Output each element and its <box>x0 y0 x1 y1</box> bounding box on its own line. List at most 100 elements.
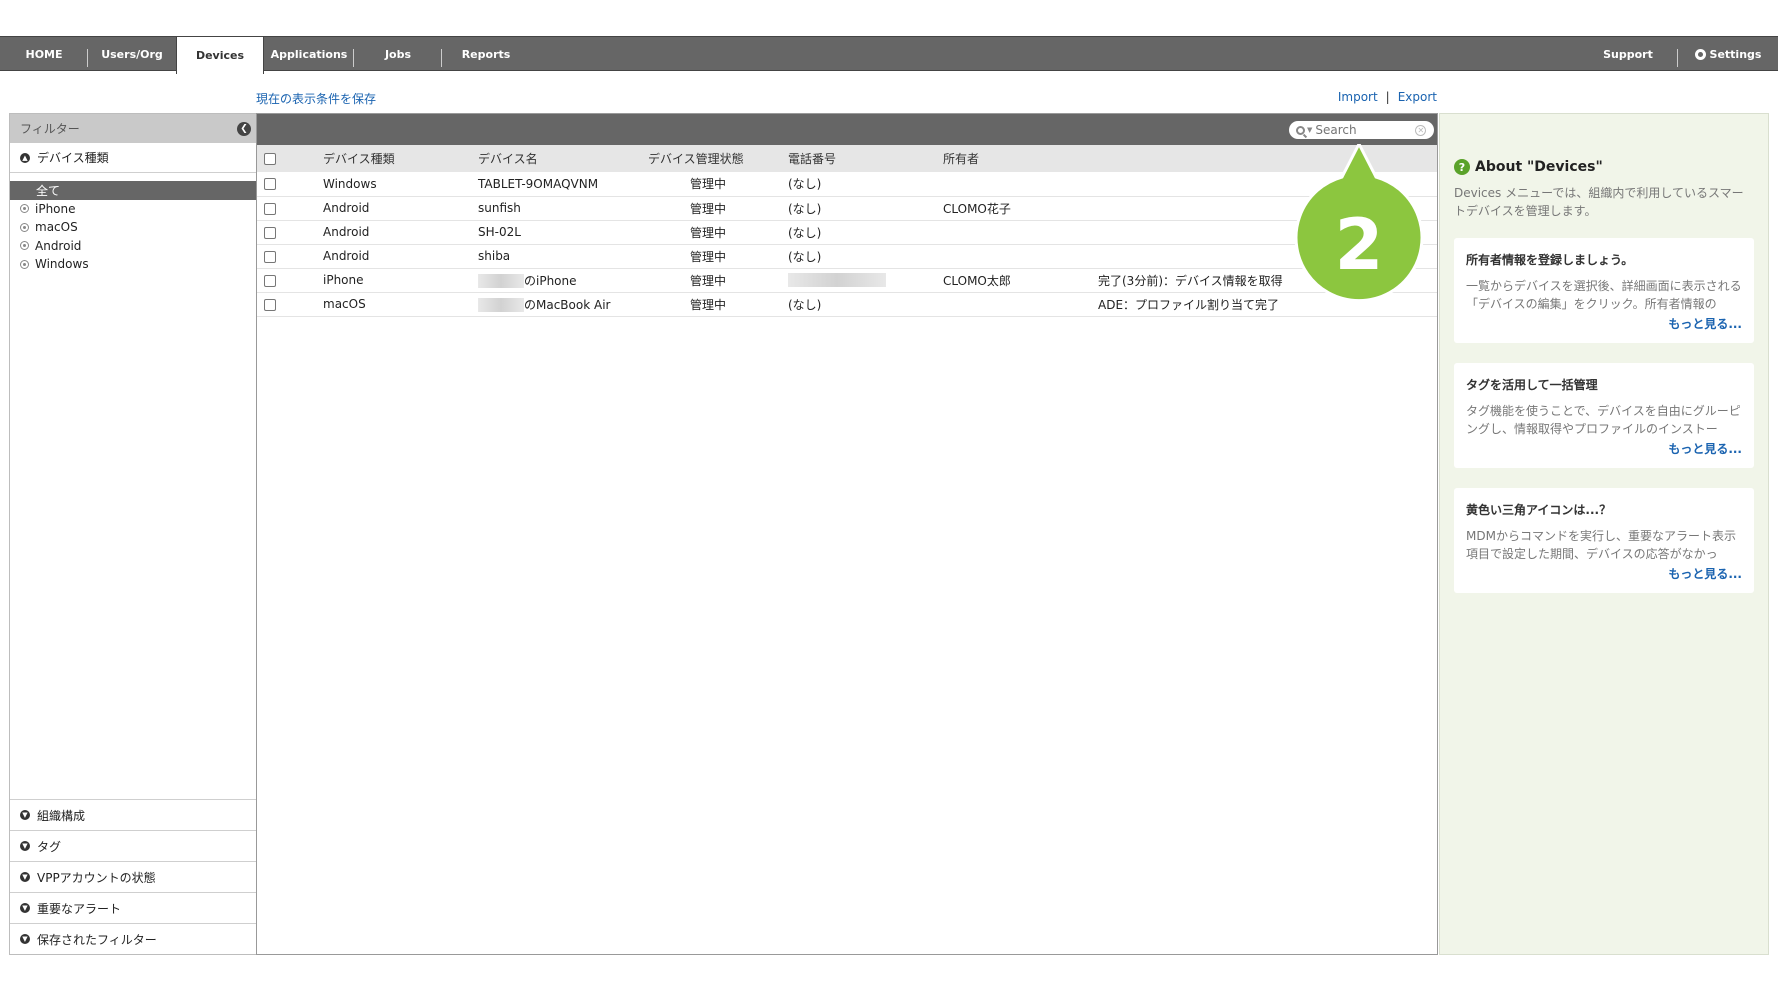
card-body: 一覧からデバイスを選択後、詳細画面に表示される「デバイスの編集」をクリック。所有… <box>1466 279 1742 311</box>
cell-phone <box>788 268 943 292</box>
row-checkbox[interactable] <box>264 178 276 191</box>
row-checkbox[interactable] <box>264 298 276 311</box>
chevron-down-icon: ▼ <box>20 841 30 851</box>
nav-applications[interactable]: Applications <box>264 37 354 72</box>
col-phone[interactable]: 電話番号 <box>788 145 943 172</box>
col-device-name[interactable]: デバイス名 <box>478 145 648 172</box>
save-view-link[interactable]: 現在の表示条件を保存 <box>256 90 376 107</box>
card-title: タグを活用して一括管理 <box>1466 378 1598 392</box>
import-export-links: Import | Export <box>1338 90 1437 104</box>
filter-section-org[interactable]: ▼ 組織構成 <box>10 799 256 830</box>
nav-support[interactable]: Support <box>1578 37 1678 72</box>
filter-section-alerts[interactable]: ▼ 重要なアラート <box>10 892 256 923</box>
row-checkbox[interactable] <box>264 226 276 239</box>
more-link[interactable]: もっと見る... <box>1668 315 1742 332</box>
filter-section-saved[interactable]: ▼ 保存されたフィルター <box>10 923 256 954</box>
device-name-text: のMacBook Air <box>524 297 611 312</box>
redacted-block <box>478 274 524 288</box>
cell-device-type: Windows <box>323 176 377 191</box>
col-status[interactable]: デバイス管理状態 <box>648 145 788 172</box>
col-owner[interactable]: 所有者 <box>943 145 1098 172</box>
cell-owner <box>943 244 1098 268</box>
table-row[interactable]: Android sunfish 管理中 (なし) CLOMO花子 <box>257 196 1437 220</box>
table-row[interactable]: iPhone のiPhone 管理中 CLOMO太郎 完了(3分前)：デバイス情… <box>257 268 1437 292</box>
filter-item-label: Android <box>35 238 82 253</box>
select-all-checkbox[interactable] <box>264 153 276 165</box>
filter-section-device-type[interactable]: ▲ デバイス種類 <box>10 143 256 173</box>
cell-device-name[interactable]: のiPhone <box>478 268 648 292</box>
nav-reports[interactable]: Reports <box>442 37 530 72</box>
cell-device-name[interactable]: のMacBook Air <box>478 292 648 316</box>
cell-owner: CLOMO太郎 <box>943 273 1011 288</box>
cell-device-name[interactable]: shiba <box>478 244 648 268</box>
redacted-block <box>788 273 886 288</box>
cell-device-type: Android <box>323 249 370 263</box>
import-link[interactable]: Import <box>1338 90 1378 104</box>
search-input[interactable] <box>1315 123 1414 137</box>
nav-users-org[interactable]: Users/Org <box>88 37 176 72</box>
nav-home[interactable]: HOME <box>0 37 88 72</box>
select-all-cell <box>257 145 323 172</box>
filter-item-iphone[interactable]: iPhone <box>10 200 256 219</box>
filter-section-vpp[interactable]: ▼ VPPアカウントの状態 <box>10 861 256 892</box>
card-body: MDMからコマンドを実行し、重要なアラート表示項目で設定した期間、デバイスの応答… <box>1466 529 1736 561</box>
cell-status: 管理中 <box>689 297 726 312</box>
clear-icon[interactable]: ✕ <box>1415 124 1427 136</box>
table-toolbar: ▼ ✕ <box>257 114 1437 145</box>
radio-icon <box>20 222 29 232</box>
top-navigation: HOME Users/Org Devices Applications Jobs… <box>0 36 1778 74</box>
chevron-down-icon: ▼ <box>20 934 30 944</box>
row-checkbox[interactable] <box>264 250 276 263</box>
nav-jobs[interactable]: Jobs <box>354 37 442 72</box>
cell-device-type: iPhone <box>323 273 364 287</box>
nav-right: Support Settings <box>1578 37 1778 72</box>
filter-item-android[interactable]: Android <box>10 237 256 256</box>
row-checkbox[interactable] <box>264 274 276 287</box>
cell-job <box>1098 220 1437 244</box>
filter-section-tag[interactable]: ▼ タグ <box>10 830 256 861</box>
cell-device-name[interactable]: sunfish <box>478 196 648 220</box>
search-box[interactable]: ▼ ✕ <box>1289 121 1434 139</box>
cell-device-name[interactable]: TABLET-9OMAQVNM <box>478 172 648 196</box>
help-card-tag: タグを活用して一括管理 タグ機能を使うことで、デバイスを自由にグルーピングし、情… <box>1454 363 1754 468</box>
radio-icon <box>20 259 29 269</box>
filter-item-all[interactable]: 全て <box>10 181 256 200</box>
collapse-left-icon[interactable]: ❮ <box>237 121 251 136</box>
cell-job <box>1098 172 1437 196</box>
more-link[interactable]: もっと見る... <box>1668 440 1742 457</box>
col-device-type[interactable]: デバイス種類 <box>323 145 478 172</box>
table-row[interactable]: Android SH-02L 管理中 (なし) <box>257 220 1437 244</box>
filter-item-label: 全て <box>36 183 61 198</box>
table-row[interactable]: macOS のMacBook Air 管理中 (なし) ADE：プロファイル割り… <box>257 292 1437 316</box>
row-checkbox[interactable] <box>264 202 276 215</box>
filter-item-windows[interactable]: Windows <box>10 255 256 274</box>
search-icon[interactable] <box>1296 125 1305 135</box>
help-pane: ? About "Devices" Devices メニューでは、組織内で利用し… <box>1439 113 1769 955</box>
caret-down-icon[interactable]: ▼ <box>1307 126 1312 134</box>
more-link[interactable]: もっと見る... <box>1668 565 1742 582</box>
filter-section-label: 組織構成 <box>37 808 86 823</box>
cell-job <box>1098 196 1437 220</box>
card-title: 所有者情報を登録しましょう。 <box>1466 253 1634 267</box>
filter-header: フィルター ❮ <box>10 114 256 143</box>
nav-settings[interactable]: Settings <box>1678 37 1778 72</box>
redacted-block <box>478 298 524 312</box>
filter-item-macos[interactable]: macOS <box>10 218 256 237</box>
cell-status: 管理中 <box>689 177 726 192</box>
cell-owner <box>943 172 1098 196</box>
nav-settings-label: Settings <box>1709 48 1762 61</box>
table-row[interactable]: Windows TABLET-9OMAQVNM 管理中 (なし) <box>257 172 1437 196</box>
table-row[interactable]: Android shiba 管理中 (なし) <box>257 244 1437 268</box>
cell-device-type: macOS <box>323 297 366 311</box>
cell-device-name[interactable]: SH-02L <box>478 220 648 244</box>
filter-section-label: デバイス種類 <box>37 151 109 165</box>
export-link[interactable]: Export <box>1398 90 1437 104</box>
filter-item-label: iPhone <box>35 201 76 216</box>
table-header-row: デバイス種類 デバイス名 デバイス管理状態 電話番号 所有者 <box>257 145 1437 172</box>
nav-devices[interactable]: Devices <box>176 37 264 74</box>
filter-section-label: VPPアカウントの状態 <box>37 870 156 885</box>
help-card-alert: 黄色い三角アイコンは...？ MDMからコマンドを実行し、重要なアラート表示項目… <box>1454 488 1754 593</box>
cell-status: 管理中 <box>689 273 726 288</box>
col-job <box>1098 145 1437 172</box>
cell-phone: (なし) <box>788 177 822 192</box>
